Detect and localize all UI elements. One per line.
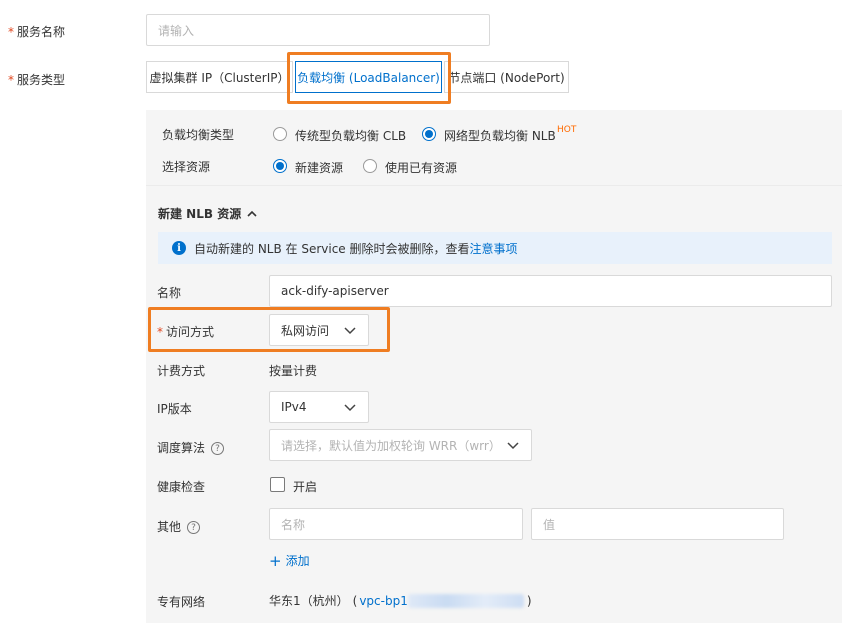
scheduling-label: 调度算法? (157, 439, 225, 456)
access-method-select[interactable]: 私网访问 (269, 314, 369, 346)
health-check-checkbox-label[interactable]: 开启 (293, 478, 317, 495)
required-mark: * (8, 25, 14, 39)
nlb-name-input[interactable]: ack-dify-apiserver (269, 275, 832, 307)
resource-new-radio[interactable] (273, 159, 287, 173)
service-type-clusterip[interactable]: 虚拟集群 IP（ClusterIP） (146, 61, 293, 93)
service-type-nodeport[interactable]: 节点端口 (NodePort) (444, 61, 569, 93)
ip-version-select[interactable]: IPv4 (269, 391, 369, 423)
vpc-paren-close: ) (526, 593, 532, 608)
health-check-checkbox[interactable] (270, 477, 285, 492)
vpc-label: 专有网络 (157, 595, 206, 609)
lb-type-clb-radio[interactable] (273, 127, 287, 141)
required-mark: * (157, 325, 163, 339)
lb-type-nlb-radio[interactable] (422, 127, 436, 141)
resource-existing-radio[interactable] (363, 159, 377, 173)
required-mark: * (8, 73, 14, 87)
other-label: 其他? (157, 518, 201, 535)
resource-new-label[interactable]: 新建资源 (295, 159, 343, 176)
lb-type-nlb-label[interactable]: 网络型负载均衡 NLB (444, 127, 556, 144)
billing-value: 按量计费 (269, 364, 318, 378)
chevron-down-icon (507, 442, 519, 450)
resource-existing-label[interactable]: 使用已有资源 (385, 159, 457, 176)
vpc-id-link[interactable]: vpc-bp1 (359, 594, 408, 608)
help-icon[interactable]: ? (187, 521, 201, 534)
add-button[interactable]: + 添加 (269, 552, 310, 569)
vpc-id-redacted (407, 593, 524, 608)
vpc-paren-open: ( (352, 593, 358, 608)
chevron-down-icon (344, 327, 356, 335)
service-type-label: * 服务类型 (8, 73, 66, 87)
billing-label: 计费方式 (157, 364, 206, 378)
vpc-value: 华东1（杭州） ( vpc-bp1 ) (269, 592, 532, 609)
other-name-placeholder: 名称 (281, 517, 306, 532)
access-method-value: 私网访问 (281, 323, 330, 338)
info-icon: i (172, 241, 186, 255)
lb-type-clb-label[interactable]: 传统型负载均衡 CLB (295, 127, 406, 144)
notes-link[interactable]: 注意事项 (470, 240, 518, 257)
scheduling-placeholder: 请选择，默认值为加权轮询 WRR（wrr） (281, 438, 501, 453)
other-name-input[interactable]: 名称 (269, 508, 523, 540)
health-check-label: 健康检查 (157, 480, 206, 494)
plus-icon: + (269, 551, 282, 570)
chevron-down-icon (344, 404, 356, 412)
service-type-loadbalancer[interactable]: 负载均衡 (LoadBalancer) (295, 61, 442, 93)
other-value-placeholder: 值 (543, 517, 556, 532)
scheduling-select[interactable]: 请选择，默认值为加权轮询 WRR（wrr） (269, 429, 532, 461)
vpc-region: 华东1（杭州） (269, 594, 349, 608)
chevron-up-icon (247, 210, 257, 217)
hot-badge: HOT (557, 125, 577, 135)
service-name-placeholder: 请输入 (158, 23, 195, 38)
access-method-label: * 访问方式 (157, 325, 215, 339)
resource-label: 选择资源 (162, 160, 211, 174)
ip-version-label: IP版本 (157, 402, 192, 416)
service-name-label: * 服务名称 (8, 25, 66, 39)
info-text: 自动新建的 NLB 在 Service 删除时会被删除，查看 (194, 241, 470, 256)
nlb-name-label: 名称 (157, 286, 182, 300)
lb-type-label: 负载均衡类型 (162, 128, 235, 142)
panel-divider (146, 185, 842, 186)
nlb-name-value: ack-dify-apiserver (281, 284, 389, 298)
service-name-input[interactable]: 请输入 (146, 14, 490, 46)
info-banner: i 自动新建的 NLB 在 Service 删除时会被删除，查看 注意事项 (158, 232, 832, 264)
ip-version-value: IPv4 (281, 400, 307, 414)
nlb-section-toggle[interactable]: 新建 NLB 资源 (158, 205, 258, 222)
add-label: 添加 (285, 554, 310, 568)
help-icon[interactable]: ? (211, 442, 225, 455)
lb-settings-panel (146, 110, 842, 623)
other-value-input[interactable]: 值 (531, 508, 784, 540)
nlb-section-title: 新建 NLB 资源 (158, 207, 242, 221)
